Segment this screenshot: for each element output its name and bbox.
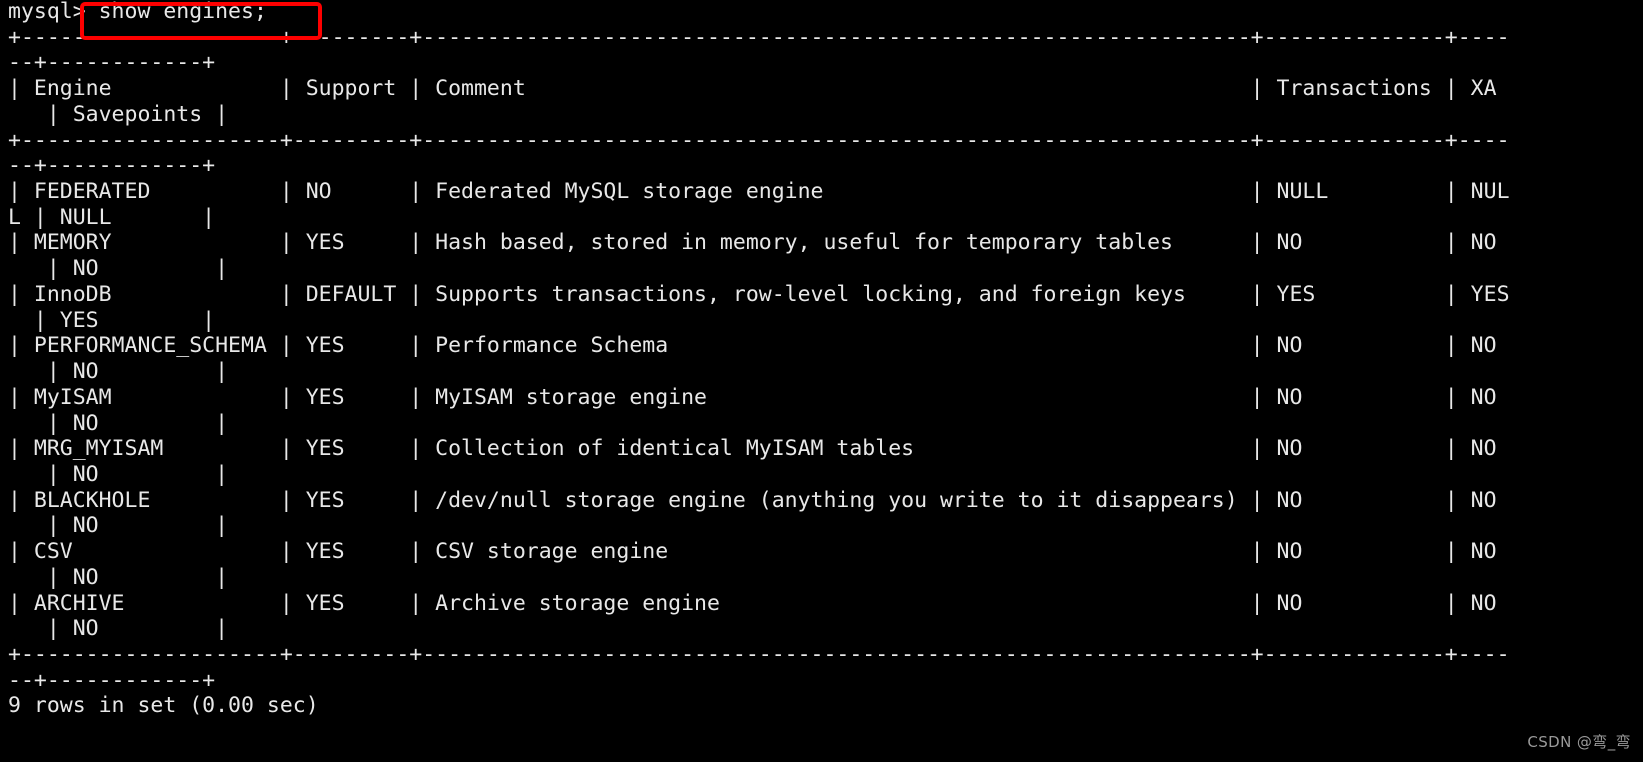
terminal-line: | Savepoints |: [8, 101, 229, 127]
terminal-line: mysql> show engines;: [8, 0, 267, 24]
terminal-line: | NO |: [8, 410, 229, 436]
terminal-window[interactable]: mysql> show engines; +-------------------…: [0, 0, 1643, 762]
watermark-label: CSDN @弯_弯: [1527, 733, 1631, 752]
terminal-line: --+------------+: [8, 153, 216, 179]
terminal-line: | PERFORMANCE_SCHEMA | YES | Performance…: [8, 333, 1497, 359]
terminal-line: | YES |: [8, 307, 216, 333]
terminal-line: | FEDERATED | NO | Federated MySQL stora…: [8, 179, 1510, 205]
terminal-line: | NO |: [8, 513, 229, 539]
terminal-line: | NO |: [8, 461, 229, 487]
terminal-line: | NO |: [8, 564, 229, 590]
terminal-line: | InnoDB | DEFAULT | Supports transactio…: [8, 281, 1510, 307]
terminal-line: | BLACKHOLE | YES | /dev/null storage en…: [8, 487, 1497, 513]
terminal-line: 9 rows in set (0.00 sec): [8, 693, 319, 719]
terminal-output: mysql> show engines; +-------------------…: [8, 0, 1510, 719]
terminal-line: --+------------+: [8, 50, 216, 76]
terminal-line: +--------------------+---------+--------…: [8, 641, 1510, 667]
terminal-line: | NO |: [8, 359, 229, 385]
terminal-line: | Engine | Support | Comment | Transacti…: [8, 76, 1497, 102]
terminal-line: L | NULL |: [8, 204, 216, 230]
terminal-line: | MEMORY | YES | Hash based, stored in m…: [8, 230, 1497, 256]
terminal-line: | NO |: [8, 616, 229, 642]
terminal-line: --+------------+: [8, 667, 216, 693]
terminal-line: +--------------------+---------+--------…: [8, 24, 1510, 50]
terminal-line: | CSV | YES | CSV storage engine | NO | …: [8, 539, 1497, 565]
terminal-line: | ARCHIVE | YES | Archive storage engine…: [8, 590, 1497, 616]
terminal-line: | NO |: [8, 256, 229, 282]
terminal-line: | MyISAM | YES | MyISAM storage engine |…: [8, 384, 1497, 410]
terminal-line: +--------------------+---------+--------…: [8, 127, 1510, 153]
terminal-line: | MRG_MYISAM | YES | Collection of ident…: [8, 436, 1497, 462]
